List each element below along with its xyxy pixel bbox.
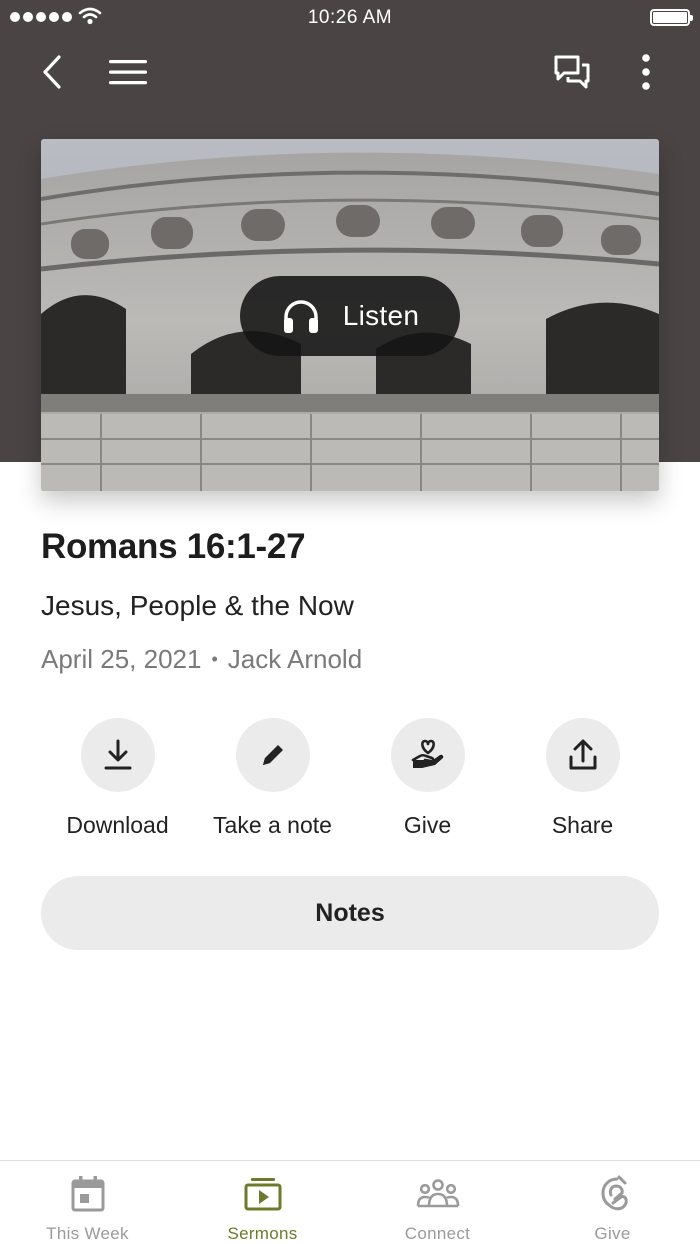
- sermon-meta: April 25, 2021 • Jack Arnold: [41, 644, 362, 675]
- give-action-circle[interactable]: [390, 718, 465, 792]
- tab-this-week-label: This Week: [46, 1224, 129, 1243]
- status-bar: 10:26 AM: [0, 0, 700, 36]
- status-time: 10:26 AM: [307, 7, 393, 28]
- share-button[interactable]: Share: [505, 718, 660, 839]
- hamburger-icon: [109, 60, 147, 85]
- tab-give-label: Give: [594, 1224, 631, 1243]
- more-options-button[interactable]: [620, 46, 672, 98]
- download-button[interactable]: Download: [40, 718, 195, 839]
- listen-label: Listen: [342, 300, 420, 331]
- tab-connect[interactable]: Connect: [350, 1161, 525, 1244]
- tab-connect-label: Connect: [404, 1224, 471, 1243]
- chat-bubbles-icon: [554, 55, 590, 89]
- sermon-date: April 25, 2021: [41, 644, 202, 674]
- chat-button[interactable]: [546, 46, 598, 98]
- sermon-artwork: Listen: [41, 139, 659, 491]
- chevron-left-icon: [43, 55, 61, 89]
- take-note-button[interactable]: Take a note: [195, 718, 350, 839]
- take-note-label: Take a note: [213, 812, 332, 838]
- take-note-circle[interactable]: [235, 718, 310, 792]
- notes-button[interactable]: Notes: [41, 876, 659, 950]
- sermon-speaker: Jack Arnold: [227, 644, 363, 674]
- calendar-icon: [71, 1176, 104, 1212]
- more-vertical-icon: [642, 54, 650, 90]
- top-nav-bar: [0, 40, 700, 104]
- share-circle[interactable]: [545, 718, 620, 792]
- menu-button[interactable]: [102, 46, 154, 98]
- meta-separator: •: [211, 649, 218, 669]
- headphones-icon: [283, 300, 318, 333]
- download-label: Download: [66, 812, 169, 838]
- people-icon: [416, 1179, 459, 1208]
- battery-icon: [650, 9, 693, 26]
- download-icon: [104, 739, 131, 770]
- give-icon: [600, 1175, 628, 1211]
- sermon-subtitle: Jesus, People & the Now: [41, 590, 354, 621]
- sermon-actions: Download Take a note Give Share: [40, 718, 660, 848]
- tab-sermons-label: Sermons: [227, 1224, 298, 1243]
- listen-button[interactable]: Listen: [240, 276, 460, 356]
- pencil-icon: [262, 745, 283, 765]
- give-action-label: Give: [403, 812, 452, 838]
- bottom-tab-bar: This Week Sermons Connect Give: [0, 1160, 700, 1244]
- play-video-icon: [244, 1178, 281, 1211]
- tab-this-week[interactable]: This Week: [0, 1161, 175, 1244]
- tab-sermons[interactable]: Sermons: [175, 1161, 350, 1244]
- share-icon: [569, 739, 596, 770]
- sermon-title: Romans 16:1-27: [41, 527, 306, 566]
- heart-hand-icon: [411, 739, 443, 768]
- give-action-button[interactable]: Give: [350, 718, 505, 839]
- back-button[interactable]: [26, 46, 78, 98]
- download-circle[interactable]: [80, 718, 155, 792]
- tab-give[interactable]: Give: [525, 1161, 700, 1244]
- share-label: Share: [551, 812, 614, 838]
